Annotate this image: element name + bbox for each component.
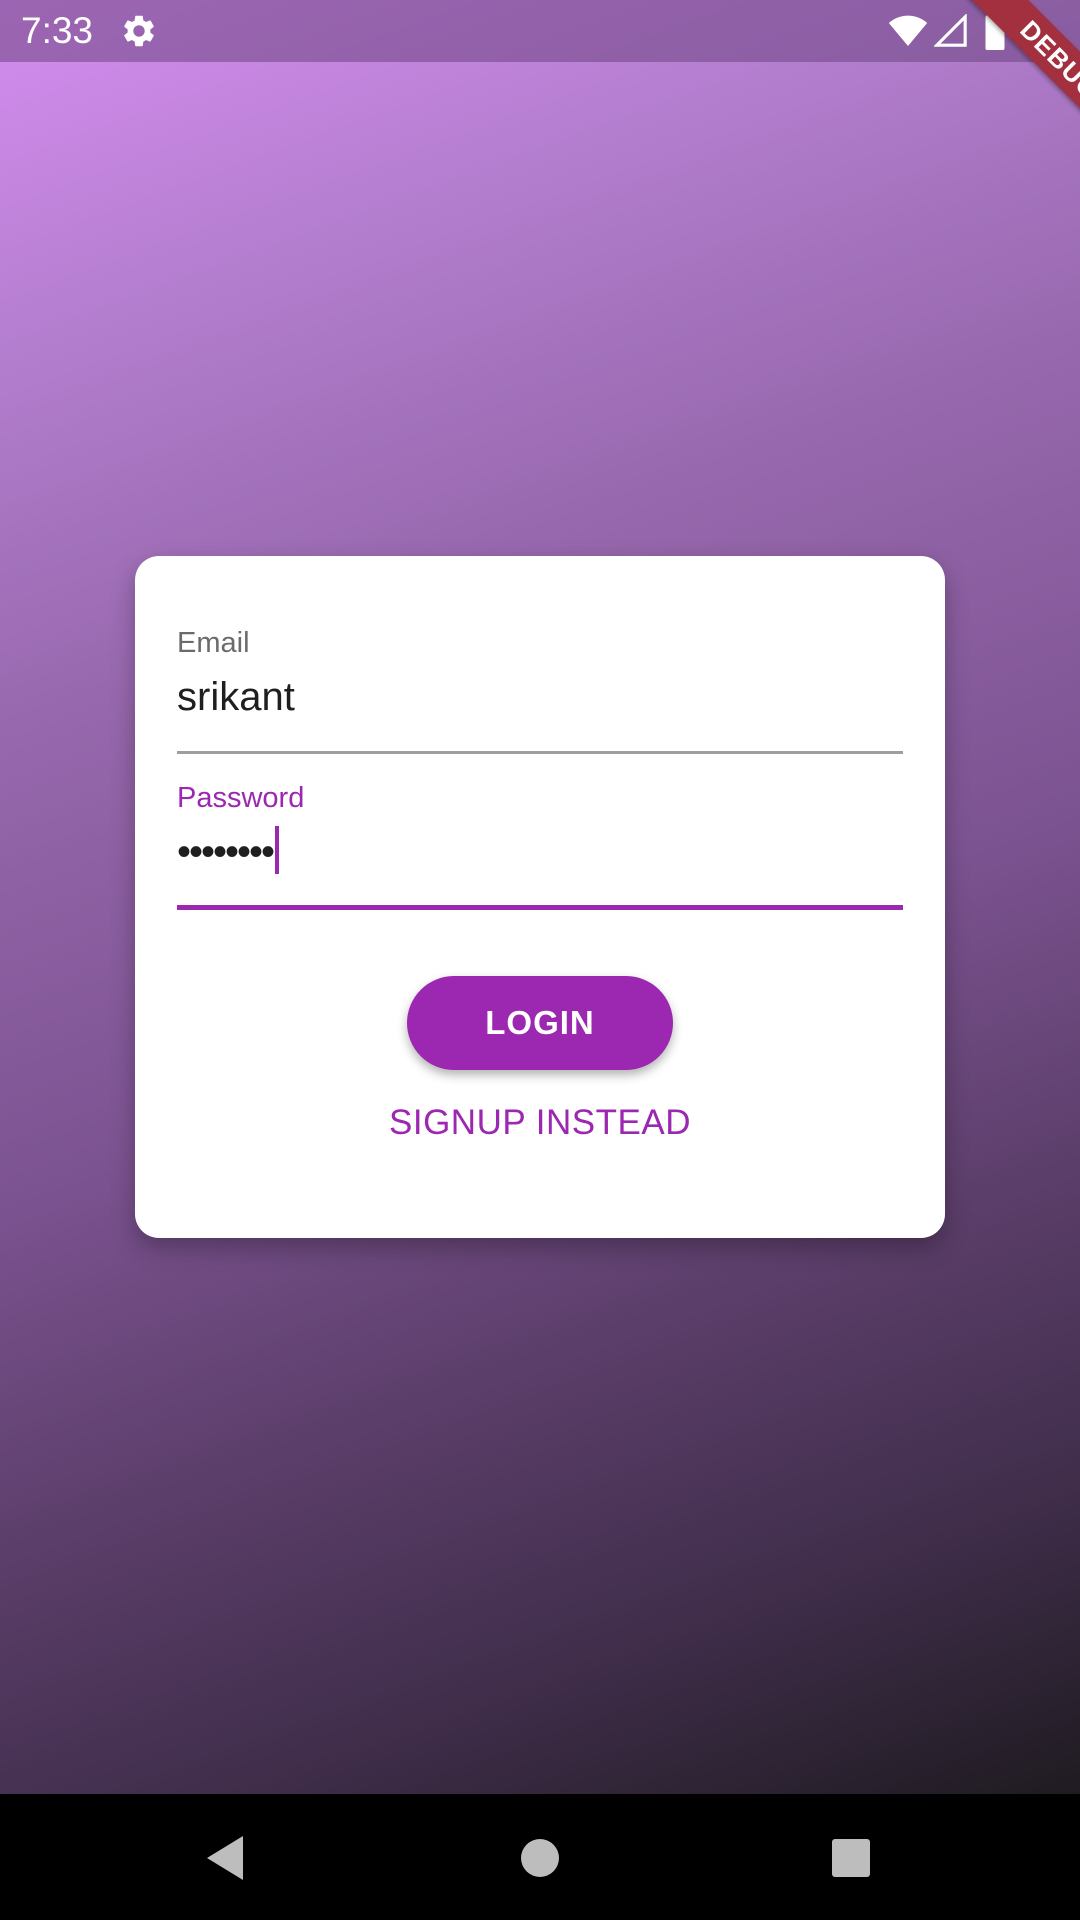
password-field[interactable]: Password •••••••• bbox=[177, 781, 903, 875]
password-value[interactable]: •••••••• bbox=[177, 826, 280, 878]
signup-instead-button[interactable]: SIGNUP INSTEAD bbox=[365, 1088, 715, 1158]
login-button[interactable]: LOGIN bbox=[407, 976, 673, 1070]
email-value[interactable]: srikant bbox=[177, 674, 295, 720]
password-underline bbox=[177, 905, 903, 910]
email-field[interactable]: Email srikant bbox=[177, 626, 903, 719]
email-label: Email bbox=[177, 627, 250, 659]
debug-banner-label: DEBUG bbox=[961, 0, 1080, 159]
app-screen: 7:33 DEBUG Email srikant Password ••••••… bbox=[0, 0, 1080, 1920]
password-dots: •••••••• bbox=[177, 830, 275, 874]
gear-icon bbox=[124, 15, 154, 47]
email-underline bbox=[177, 751, 903, 754]
status-time: 7:33 bbox=[21, 10, 94, 51]
recents-icon[interactable] bbox=[831, 1838, 871, 1878]
home-icon[interactable] bbox=[520, 1838, 560, 1878]
navigation-bar bbox=[0, 1794, 1080, 1920]
text-cursor bbox=[275, 826, 280, 875]
back-icon[interactable] bbox=[204, 1834, 246, 1882]
login-card: Email srikant Password •••••••• LOGIN SI… bbox=[135, 556, 945, 1238]
status-bar: 7:33 bbox=[0, 0, 1080, 62]
password-label: Password bbox=[177, 782, 305, 814]
debug-banner: DEBUG bbox=[920, 0, 1080, 160]
